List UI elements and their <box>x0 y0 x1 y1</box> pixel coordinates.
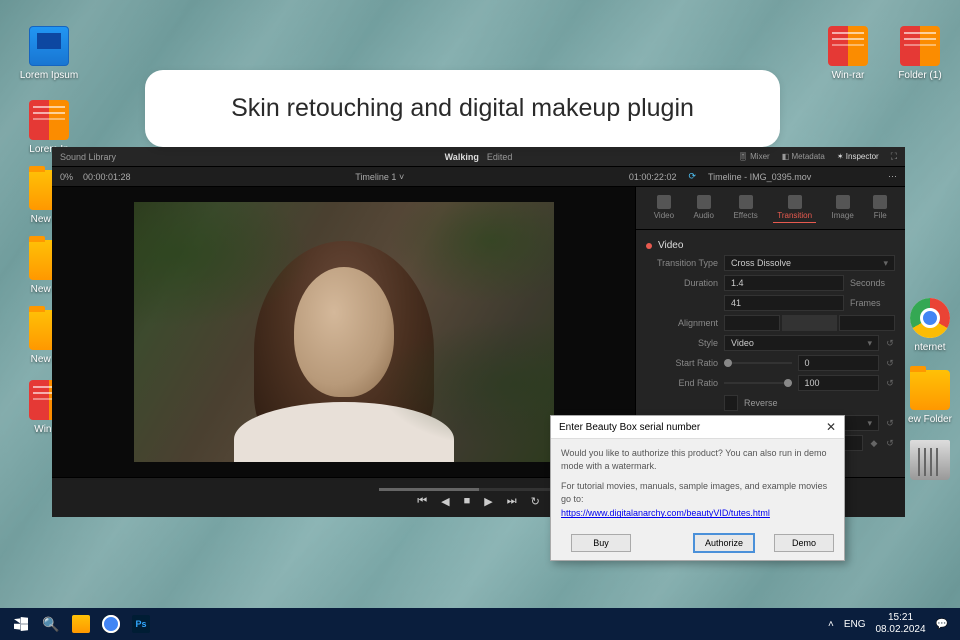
start-button[interactable] <box>6 610 36 638</box>
scrubber[interactable] <box>379 488 579 491</box>
dialog-text-2: For tutorial movies, manuals, sample ima… <box>561 480 834 505</box>
timeline-menu-icon[interactable]: ⋯ <box>888 171 897 182</box>
video-viewer[interactable] <box>52 187 635 477</box>
label-duration: Duration <box>646 278 718 288</box>
sync-icon[interactable]: ⟳ <box>688 171 696 182</box>
input-duration-seconds[interactable]: 1.4 <box>724 275 844 291</box>
timecode-left: 00:00:01:28 <box>83 172 131 182</box>
align-end[interactable] <box>839 315 895 331</box>
dialog-close-icon[interactable]: ✕ <box>826 420 836 434</box>
input-end-ratio[interactable]: 100 <box>798 375 880 391</box>
tab-audio[interactable]: Audio <box>690 193 718 223</box>
reset-ease-icon[interactable]: ↺ <box>885 418 895 429</box>
clip-title: Walking <box>445 152 479 162</box>
timeline-selector[interactable]: Timeline 1 ˅ <box>131 172 629 182</box>
reset-curve-icon[interactable]: ↺ <box>885 438 895 449</box>
windows-icon <box>14 617 28 631</box>
section-video[interactable]: Video <box>646 240 895 251</box>
timeline-name-right[interactable]: Timeline - IMG_0395.mov <box>708 172 888 182</box>
input-duration-frames[interactable]: 41 <box>724 295 844 311</box>
tray-chevron-icon[interactable]: ˄ <box>828 619 834 630</box>
taskbar-search-icon[interactable]: 🔍 <box>36 610 66 638</box>
slider-start-ratio[interactable] <box>724 362 792 364</box>
label-reverse: Reverse <box>744 398 778 408</box>
toolbar-inspector[interactable]: ✶ Inspector <box>837 152 879 161</box>
taskbar-ps-icon[interactable]: Ps <box>126 610 156 638</box>
reset-end-ratio-icon[interactable]: ↺ <box>885 378 895 389</box>
tray-notifications-icon[interactable]: 💬 <box>936 619 948 630</box>
tab-video[interactable]: Video <box>650 193 678 223</box>
label-frames: Frames <box>850 298 895 308</box>
transport-next-icon[interactable]: ⏭ <box>507 495 517 508</box>
dialog-text-1: Would you like to authorize this product… <box>561 447 834 472</box>
transport-prev-icon[interactable]: ◀ <box>441 495 449 508</box>
input-start-ratio[interactable]: 0 <box>798 355 880 371</box>
zoom-level[interactable]: 0% <box>60 172 73 182</box>
dropdown-style[interactable]: Video <box>724 335 879 351</box>
dialog-link[interactable]: https://www.digitalanarchy.com/beautyVID… <box>561 507 834 520</box>
reset-start-ratio-icon[interactable]: ↺ <box>885 358 895 369</box>
toolbar-expand-icon[interactable]: ⛶ <box>891 151 897 162</box>
taskbar-chrome-icon[interactable] <box>96 610 126 638</box>
taskbar: 🔍 Ps ˄ ENG 15:21 08.02.2024 💬 <box>0 608 960 640</box>
transport-play-icon[interactable]: ▶ <box>484 495 492 508</box>
tab-transition[interactable]: Transition <box>773 193 816 223</box>
tab-image[interactable]: Image <box>828 193 858 223</box>
toolbar-mixer[interactable]: 🎚 Mixer <box>738 152 770 161</box>
video-frame <box>134 202 554 462</box>
tray-lang[interactable]: ENG <box>844 619 866 630</box>
label-end-ratio: End Ratio <box>646 378 718 388</box>
label-style: Style <box>646 338 718 348</box>
transport-loop-icon[interactable]: ↻ <box>531 495 540 508</box>
desktop-icon-folder1-right[interactable]: Folder (1) <box>890 26 950 81</box>
buy-button[interactable]: Buy <box>571 534 631 552</box>
checkbox-reverse[interactable] <box>724 395 738 411</box>
label-alignment: Alignment <box>646 318 718 328</box>
timecode-right: 01:00:22:02 <box>629 172 677 182</box>
dialog-title: Enter Beauty Box serial number <box>559 422 700 433</box>
toolbar-sound-library[interactable]: Sound Library <box>60 152 116 162</box>
demo-button[interactable]: Demo <box>774 534 834 552</box>
tray-clock[interactable]: 15:21 08.02.2024 <box>875 612 925 636</box>
clip-edited-label: Edited <box>487 152 513 162</box>
desktop-icon-winrar-right[interactable]: Win-rar <box>818 26 878 81</box>
align-start[interactable] <box>724 315 780 331</box>
banner-title: Skin retouching and digital makeup plugi… <box>145 70 780 147</box>
label-seconds: Seconds <box>850 278 895 288</box>
desktop-icon-pc[interactable]: Lorem Ipsum <box>19 26 79 81</box>
serial-dialog: Enter Beauty Box serial number ✕ Would y… <box>550 415 845 561</box>
slider-end-ratio[interactable] <box>724 382 792 384</box>
label-transition-type: Transition Type <box>646 258 718 268</box>
app-toolbar: Sound Library Walking Edited 🎚 Mixer ◧ M… <box>52 147 905 167</box>
transport-first-icon[interactable]: ⏮ <box>417 495 427 508</box>
taskbar-explorer-icon[interactable] <box>66 610 96 638</box>
desktop-icon-newfolder-right[interactable]: ew Folder <box>900 370 960 425</box>
desktop-icon-chrome[interactable]: nternet <box>900 298 960 353</box>
toolbar-metadata[interactable]: ◧ Metadata <box>782 152 825 161</box>
desktop-icon-trash[interactable] <box>900 440 960 484</box>
timeline-header: 0% 00:00:01:28 Timeline 1 ˅ 01:00:22:02 … <box>52 167 905 187</box>
tab-effects[interactable]: Effects <box>729 193 761 223</box>
alignment-buttons[interactable] <box>724 315 895 331</box>
keyframe-curve-icon[interactable]: ◆ <box>869 438 879 449</box>
authorize-button[interactable]: Authorize <box>694 534 754 552</box>
dropdown-transition-type[interactable]: Cross Dissolve <box>724 255 895 271</box>
label-start-ratio: Start Ratio <box>646 358 718 368</box>
reset-style-icon[interactable]: ↺ <box>885 338 895 349</box>
align-center[interactable] <box>782 315 838 331</box>
tab-file[interactable]: File <box>869 193 891 223</box>
transport-stop-icon[interactable]: ■ <box>464 495 471 508</box>
